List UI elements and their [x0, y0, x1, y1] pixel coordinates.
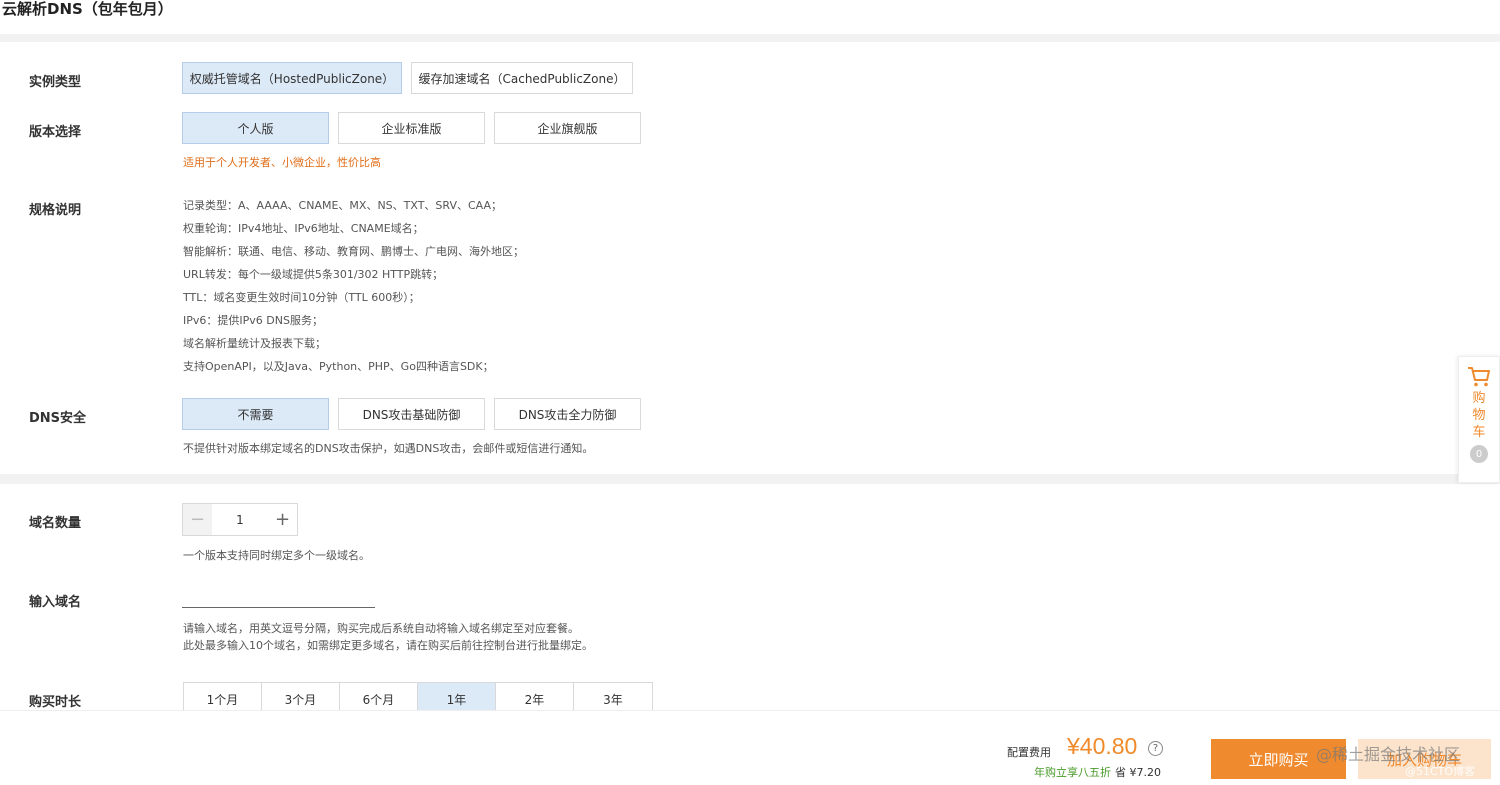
domain-input[interactable] — [182, 586, 375, 608]
spec-item: TTL：域名变更生效时间10分钟（TTL 600秒）； — [183, 291, 420, 304]
side-cart-label: 购物车 — [1472, 391, 1486, 440]
discount-text: 年购立享八五折 — [1034, 766, 1111, 779]
domain-input-label: 输入域名 — [29, 595, 82, 610]
quantity-value[interactable]: 1 — [212, 504, 268, 535]
spec-item: URL转发：每个一级域提供5条301/302 HTTP跳转； — [183, 268, 444, 281]
decrement-button[interactable]: − — [183, 504, 212, 535]
dns-security-hint: 不提供针对版本绑定域名的DNS攻击保护，如遇DNS攻击，会邮件或短信进行通知。 — [183, 442, 594, 455]
option-enterprise-standard[interactable]: 企业标准版 — [338, 112, 485, 144]
option-basic-defense[interactable]: DNS攻击基础防御 — [338, 398, 485, 430]
option-cached-public-zone[interactable]: 缓存加速域名（CachedPublicZone） — [411, 62, 633, 94]
side-cart-widget[interactable]: 购物车 0 — [1458, 356, 1500, 483]
watermark: @稀土掘金技术社区 — [1316, 745, 1461, 764]
edition-hint: 适用于个人开发者、小微企业，性价比高 — [183, 156, 381, 169]
domain-count-label: 域名数量 — [29, 516, 82, 531]
edition-label: 版本选择 — [29, 125, 82, 140]
domain-count-hint: 一个版本支持同时绑定多个一级域名。 — [183, 549, 370, 562]
domain-input-hint-2: 此处最多输入10个域名，如需绑定更多域名，请在购买后前往控制台进行批量绑定。 — [183, 639, 593, 652]
savings-text: 省 ¥7.20 — [1115, 766, 1161, 779]
price-label: 配置费用 — [1007, 746, 1051, 759]
page-title: 云解析DNS（包年包月） — [0, 0, 1500, 34]
purchase-footer: 配置费用 ¥40.80 ? 年购立享八五折省 ¥7.20 立即购买 加入购物车 … — [0, 710, 1500, 785]
spec-item: 域名解析量统计及报表下载； — [183, 337, 326, 350]
option-enterprise-flagship[interactable]: 企业旗舰版 — [494, 112, 641, 144]
spec-item: IPv6：提供IPv6 DNS服务； — [183, 314, 323, 327]
increment-button[interactable]: + — [268, 504, 297, 535]
domain-input-hint-1: 请输入域名，用英文逗号分隔，购买完成后系统自动将输入域名绑定至对应套餐。 — [183, 622, 579, 635]
option-personal-edition[interactable]: 个人版 — [182, 112, 329, 144]
quantity-stepper: − 1 + — [182, 503, 298, 536]
dns-security-label: DNS安全 — [29, 411, 87, 426]
spec-item: 记录类型：A、AAAA、CNAME、MX、NS、TXT、SRV、CAA； — [183, 199, 503, 212]
price-value: ¥40.80 — [1067, 733, 1138, 759]
option-no-protection[interactable]: 不需要 — [182, 398, 329, 430]
shopping-cart-icon — [1468, 367, 1490, 387]
spec-item: 支持OpenAPI，以及Java、Python、PHP、Go四种语言SDK； — [183, 360, 494, 373]
option-hosted-public-zone[interactable]: 权威托管域名（HostedPublicZone） — [182, 62, 402, 94]
instance-type-label: 实例类型 — [29, 75, 82, 90]
duration-label: 购买时长 — [29, 695, 82, 710]
spec-label: 规格说明 — [29, 203, 82, 218]
discount-info: 年购立享八五折省 ¥7.20 — [1034, 764, 1161, 780]
spec-item: 智能解析：联通、电信、移动、教育网、鹏博士、广电网、海外地区； — [183, 245, 524, 258]
help-icon[interactable]: ? — [1148, 741, 1163, 756]
cart-count-badge: 0 — [1470, 445, 1488, 463]
spec-item: 权重轮询：IPv4地址、IPv6地址、CNAME域名； — [183, 222, 424, 235]
spec-list: 记录类型：A、AAAA、CNAME、MX、NS、TXT、SRV、CAA； 权重轮… — [183, 194, 524, 378]
watermark-secondary: @51CTO博客 — [1405, 765, 1476, 778]
option-full-defense[interactable]: DNS攻击全力防御 — [494, 398, 641, 430]
